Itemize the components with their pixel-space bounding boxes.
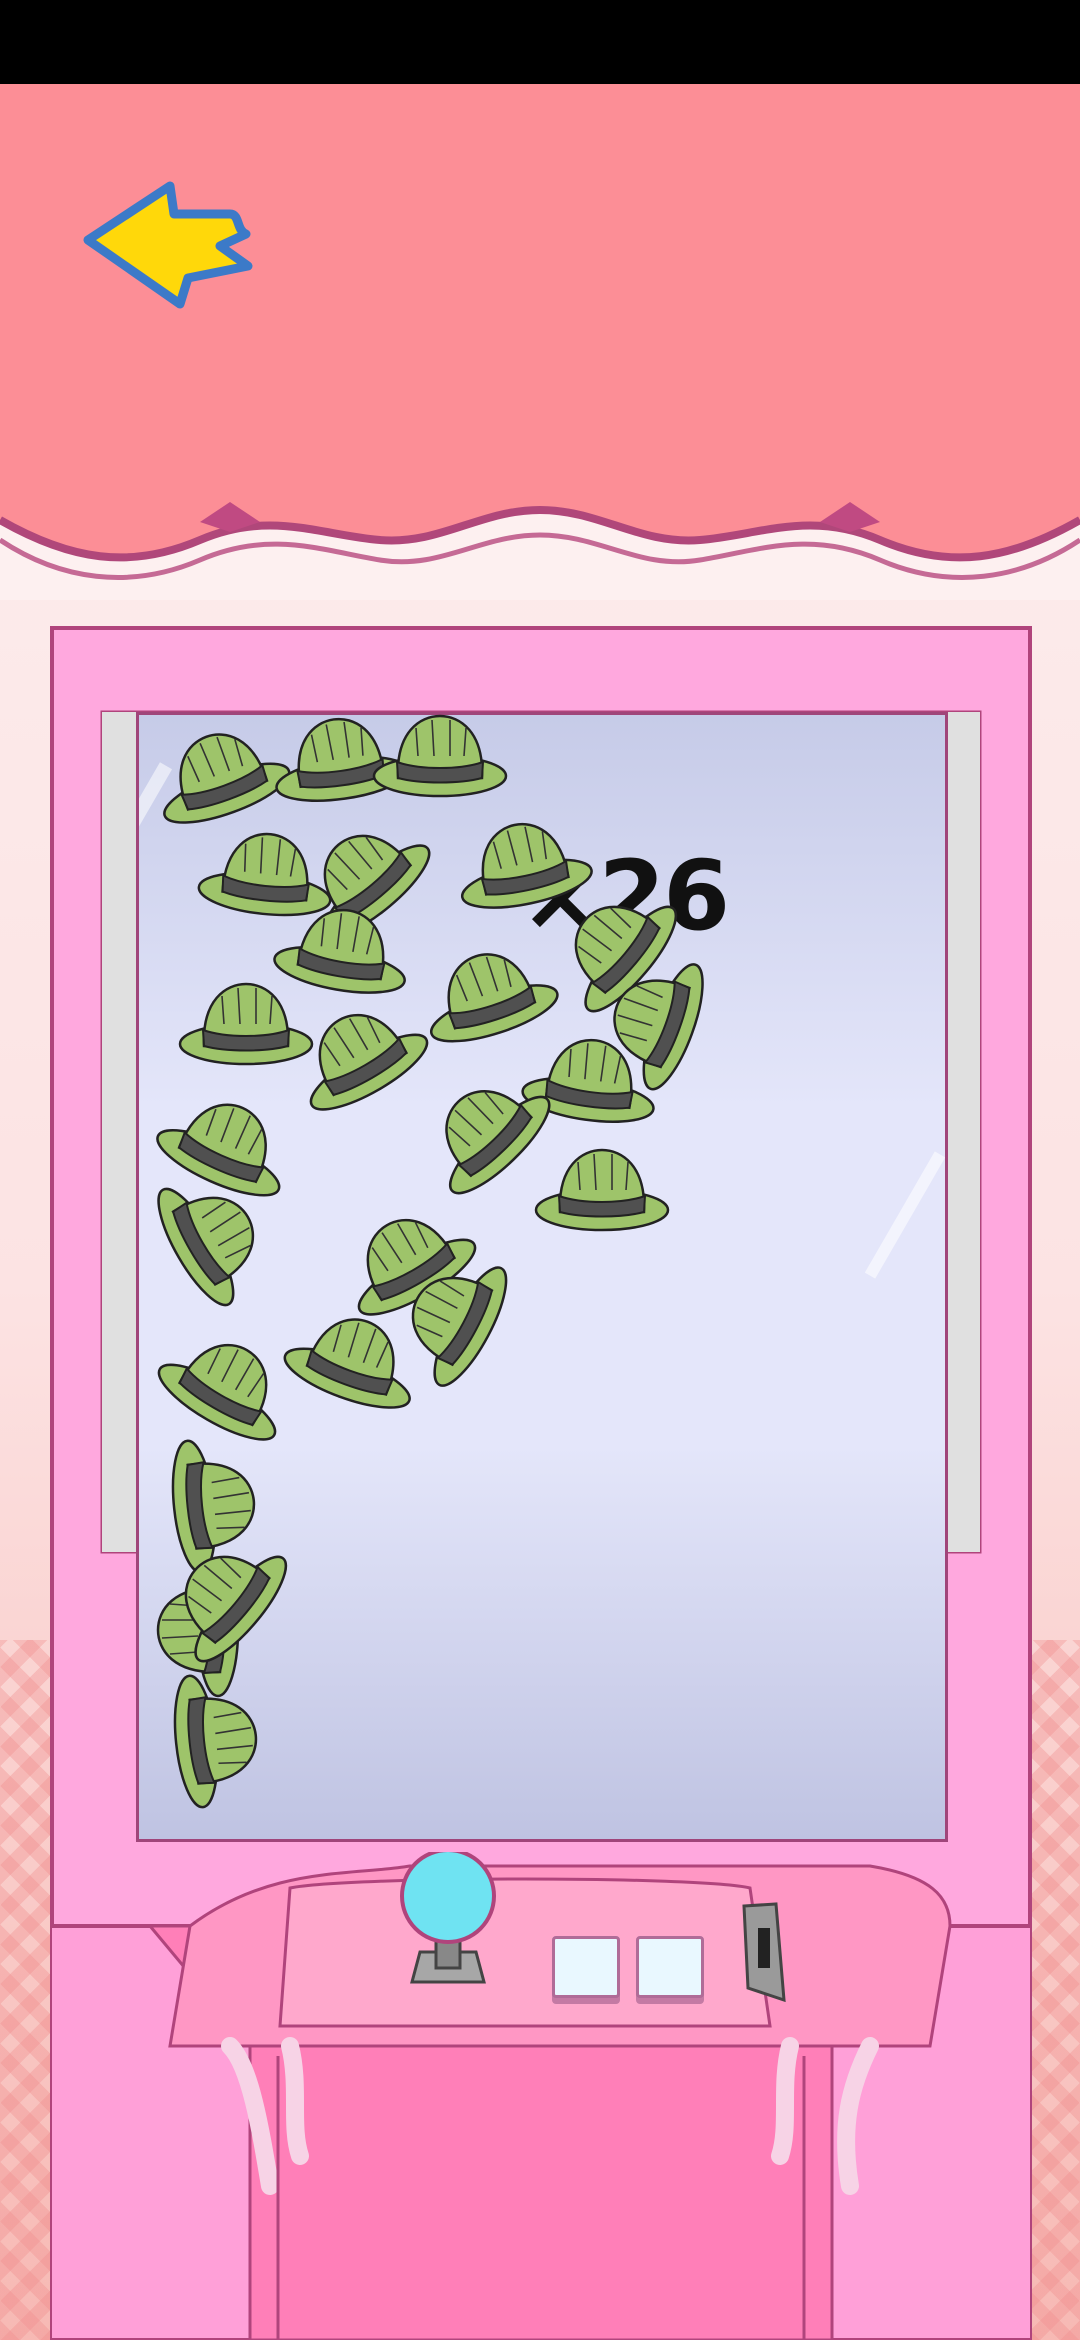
curtain-valance <box>0 480 1080 600</box>
coin-slot-icon <box>742 1902 786 2003</box>
glass-glint <box>864 1151 945 1279</box>
left-arrow-icon <box>83 181 253 309</box>
back-button[interactable] <box>70 170 270 330</box>
status-bar <box>0 0 1080 84</box>
control-button-1[interactable] <box>552 1936 620 1998</box>
control-button-2[interactable] <box>636 1936 704 1998</box>
glass-glint <box>139 762 173 908</box>
joystick[interactable] <box>398 1852 498 2002</box>
